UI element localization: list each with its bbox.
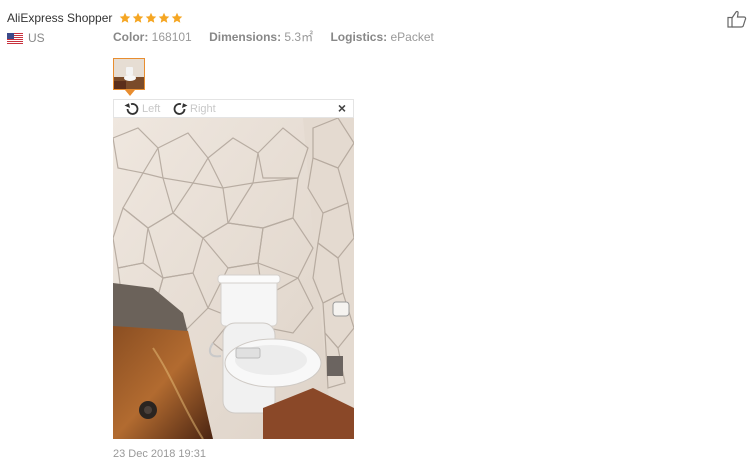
review-photo-large (113, 118, 354, 439)
review-date: 23 Dec 2018 19:31 (113, 448, 206, 460)
star-icon (158, 12, 170, 23)
rotate-left-button[interactable]: Left (123, 101, 160, 117)
color-attribute: Color: 168101 (113, 30, 192, 44)
us-flag-icon (7, 32, 23, 44)
reviewer-header: AliExpress Shopper (7, 9, 184, 27)
country-code: US (28, 31, 45, 45)
review-photo-thumbnail[interactable] (113, 58, 145, 90)
close-icon[interactable]: × (338, 101, 346, 116)
star-icon (119, 12, 131, 23)
photo-viewer-toolbar: Left Right × (113, 99, 354, 118)
star-rating (119, 12, 184, 24)
rotate-right-label: Right (190, 103, 216, 115)
logistics-attribute: Logistics: ePacket (330, 30, 434, 44)
rotate-right-button[interactable]: Right (171, 101, 216, 117)
rotate-right-icon (173, 103, 188, 115)
bathroom-photo (113, 118, 354, 439)
thumbnail-pointer (125, 90, 135, 96)
rotate-left-label: Left (142, 103, 161, 115)
star-icon (132, 12, 144, 23)
star-icon (171, 12, 183, 23)
reviewer-name: AliExpress Shopper (7, 10, 113, 25)
rotate-left-icon (124, 103, 139, 115)
dimensions-attribute: Dimensions: 5.3㎡ (209, 30, 314, 44)
order-attributes: Color: 168101 Dimensions: 5.3㎡ Logistics… (113, 28, 448, 45)
reviewer-country: US (7, 31, 45, 45)
thumbnail-image (114, 59, 144, 89)
thumbs-up-icon[interactable] (727, 10, 747, 28)
star-icon (145, 12, 157, 23)
